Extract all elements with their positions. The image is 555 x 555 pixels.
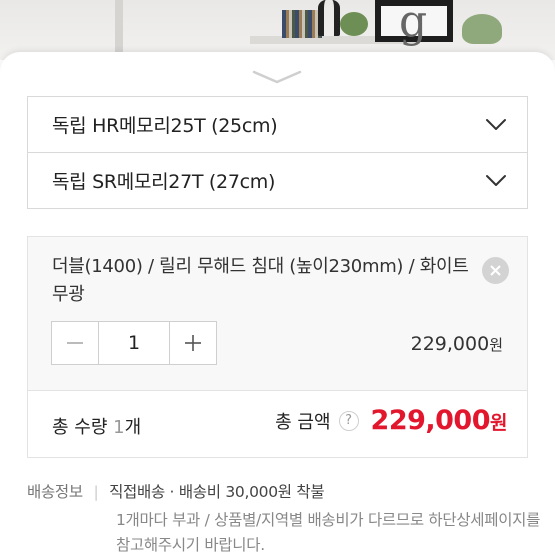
minus-icon bbox=[67, 342, 83, 344]
shipping-note: 1개마다 부과 / 상품별/지역별 배송비가 다르므로 하단상세페이지를 참고해… bbox=[116, 511, 541, 554]
selected-option-name: 더블(1400) / 릴리 무해드 침대 (높이230mm) / 화이트무광 bbox=[52, 256, 469, 305]
photo-frame: g bbox=[375, 0, 453, 47]
option-sheet: 독립 HR메모리25T (25cm) 독립 SR메모리27T (27cm) 더블… bbox=[0, 52, 555, 555]
total-quantity: 총 수량 1개 bbox=[52, 417, 142, 438]
shipping-fee: 배송비 30,000원 착불 bbox=[178, 483, 325, 501]
selected-option-item: 더블(1400) / 릴리 무해드 침대 (높이230mm) / 화이트무광 1 bbox=[27, 236, 528, 390]
quantity-stepper: 1 bbox=[51, 321, 217, 365]
decrease-quantity-button[interactable] bbox=[52, 322, 98, 364]
option-price: 229,000원 bbox=[410, 333, 503, 355]
close-icon bbox=[490, 265, 501, 276]
option-select-label: 독립 SR메모리27T (27cm) bbox=[52, 171, 276, 193]
total-summary: 총 수량 1개 총 금액 ? 229,000원 bbox=[27, 390, 528, 458]
option-select-label: 독립 HR메모리25T (25cm) bbox=[52, 115, 278, 137]
total-amount: 229,000원 bbox=[370, 405, 508, 436]
collapse-handle-icon[interactable] bbox=[250, 66, 304, 86]
chevron-down-icon bbox=[486, 118, 506, 130]
total-amount-label: 총 금액 bbox=[275, 411, 331, 433]
shipping-method: 직접배송 bbox=[109, 483, 165, 501]
plus-icon bbox=[185, 335, 201, 351]
chevron-down-icon bbox=[486, 174, 506, 186]
option-select-1[interactable]: 독립 HR메모리25T (25cm) bbox=[27, 96, 528, 153]
help-icon[interactable]: ? bbox=[338, 410, 359, 431]
product-photo: g bbox=[0, 0, 555, 60]
remove-option-button[interactable] bbox=[482, 257, 509, 284]
shipping-info: 배송정보 | 직접배송 · 배송비 30,000원 착불 bbox=[27, 483, 325, 501]
quantity-value[interactable]: 1 bbox=[98, 322, 170, 364]
shipping-label: 배송정보 bbox=[27, 483, 83, 501]
option-select-2[interactable]: 독립 SR메모리27T (27cm) bbox=[27, 152, 528, 209]
increase-quantity-button[interactable] bbox=[170, 322, 216, 364]
